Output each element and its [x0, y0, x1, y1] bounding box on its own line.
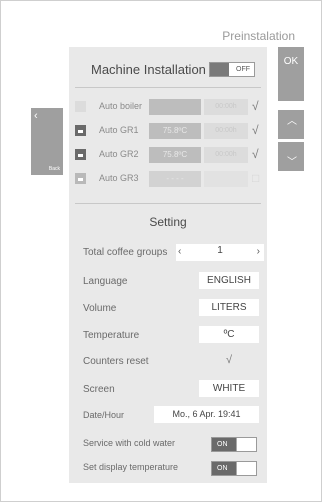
chevron-down-icon: ﹀: [287, 157, 297, 168]
date-hour-label: Date/Hour: [83, 410, 125, 420]
service-cold-water-switch[interactable]: ON: [211, 437, 257, 452]
auto-boiler-temp: [149, 99, 201, 115]
volume-select[interactable]: LITERS: [199, 299, 259, 316]
language-label: Language: [83, 276, 128, 287]
machine-installation-label: Machine Installation: [91, 62, 206, 77]
chevron-left-icon: ‹: [34, 110, 38, 122]
gr3-label: Auto GR3: [99, 173, 139, 183]
switch-knob: [236, 462, 256, 475]
settings-panel: Machine Installation OFF Auto boiler 00:…: [69, 47, 267, 483]
check-icon: □: [252, 171, 260, 185]
auto-boiler-label: Auto boiler: [99, 101, 143, 111]
chevron-right-icon[interactable]: ›: [257, 246, 260, 257]
gr3-time[interactable]: [204, 171, 248, 187]
set-display-temperature-label: Set display temperature: [83, 462, 179, 472]
switch-state: ON: [217, 465, 228, 472]
gr3-temp: - - - -: [149, 171, 201, 187]
divider: [75, 87, 261, 88]
chevron-up-icon: ︿: [287, 116, 297, 127]
boiler-row-gr1: Auto GR1 75.8ºC 00:00h √: [69, 123, 267, 139]
check-icon: √: [252, 147, 259, 161]
screen-frame: Preinstalation ‹ Back OK ︿ ﹀ Machine Ins…: [0, 0, 322, 502]
boiler-row-auto-boiler: Auto boiler 00:00h √: [69, 99, 267, 115]
language-select[interactable]: ENGLISH: [199, 272, 259, 289]
total-coffee-groups-label: Total coffee groups: [83, 247, 168, 258]
temperature-label: Temperature: [83, 330, 140, 341]
temperature-select[interactable]: ºC: [199, 326, 259, 343]
volume-label: Volume: [83, 303, 117, 314]
screen-label: Screen: [83, 384, 115, 395]
gr2-time[interactable]: 00:00h: [204, 147, 248, 163]
counters-reset-label: Counters reset: [83, 356, 149, 367]
scroll-up-button[interactable]: ︿: [278, 110, 304, 139]
date-hour-field[interactable]: Mo., 6 Apr. 19:41: [154, 406, 259, 423]
divider: [75, 203, 261, 204]
gr2-temp: 75.8ºC: [149, 147, 201, 163]
switch-knob: [210, 63, 229, 76]
total-coffee-groups-value: 1: [217, 245, 223, 256]
setting-title: Setting: [149, 215, 187, 229]
gr2-label: Auto GR2: [99, 149, 139, 159]
counters-reset-check[interactable]: √: [199, 352, 259, 369]
auto-boiler-time[interactable]: 00:00h: [204, 99, 248, 115]
screen-select[interactable]: WHITE: [199, 380, 259, 397]
boiler-row-gr2: Auto GR2 75.8ºC 00:00h √: [69, 147, 267, 163]
check-icon: √: [252, 99, 259, 113]
scroll-down-button[interactable]: ﹀: [278, 142, 304, 171]
check-icon: √: [252, 123, 259, 137]
set-display-temperature-switch[interactable]: ON: [211, 461, 257, 476]
service-cold-water-label: Service with cold water: [83, 438, 176, 448]
gr2-checkbox[interactable]: [75, 149, 86, 160]
gr1-checkbox[interactable]: [75, 125, 86, 136]
page-title: Preinstalation: [222, 29, 295, 43]
back-button[interactable]: ‹ Back: [31, 108, 63, 175]
gr3-checkbox[interactable]: [75, 173, 86, 184]
gr1-temp: 75.8ºC: [149, 123, 201, 139]
switch-knob: [236, 438, 256, 451]
boiler-row-gr3: Auto GR3 - - - - □: [69, 171, 267, 187]
gr1-label: Auto GR1: [99, 125, 139, 135]
machine-installation-switch[interactable]: OFF: [209, 62, 255, 77]
back-label: Back: [48, 166, 60, 172]
gr1-time[interactable]: 00:00h: [204, 123, 248, 139]
auto-boiler-checkbox[interactable]: [75, 101, 86, 112]
total-coffee-groups-stepper[interactable]: ‹ 1 ›: [176, 244, 264, 261]
ok-button[interactable]: OK: [278, 47, 304, 101]
switch-state: OFF: [236, 66, 250, 73]
switch-state: ON: [217, 441, 228, 448]
